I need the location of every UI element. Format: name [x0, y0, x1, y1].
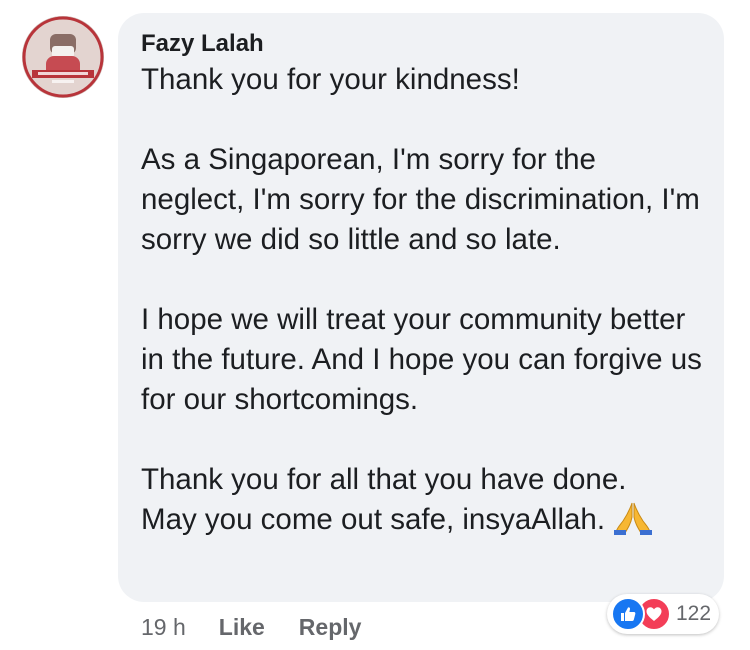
pray-icon — [613, 501, 653, 546]
comment-screenshot: Fazy Lalah Thank you for your kindness! … — [0, 0, 750, 650]
comment-bubble: Fazy Lalah Thank you for your kindness! … — [118, 13, 724, 602]
comment-paragraph-1: Thank you for your kindness! — [141, 63, 520, 96]
comment-text: Thank you for your kindness! As a Singap… — [141, 60, 704, 546]
comment-paragraph-5: May you come out safe, insyaAllah. — [141, 503, 606, 536]
reaction-count: 122 — [676, 602, 712, 625]
comment-author[interactable]: Fazy Lalah — [141, 30, 704, 58]
avatar-image — [22, 16, 104, 98]
like-button[interactable]: Like — [219, 614, 265, 641]
like-icon — [611, 597, 645, 631]
comment-actions: 19 h Like Reply — [141, 610, 361, 644]
reply-button[interactable]: Reply — [299, 614, 362, 641]
comment-paragraph-4: Thank you for all that you have done. — [141, 463, 627, 496]
comment-paragraph-3: I hope we will treat your community bett… — [141, 303, 702, 416]
avatar[interactable] — [22, 16, 104, 98]
comment-paragraph-2: As a Singaporean, I'm sorry for the negl… — [141, 143, 700, 256]
comment-paragraph-5-line: May you come out safe, insyaAllah. — [141, 500, 704, 546]
comment-timestamp[interactable]: 19 h — [141, 614, 186, 641]
reactions-summary[interactable]: 122 — [607, 594, 720, 634]
